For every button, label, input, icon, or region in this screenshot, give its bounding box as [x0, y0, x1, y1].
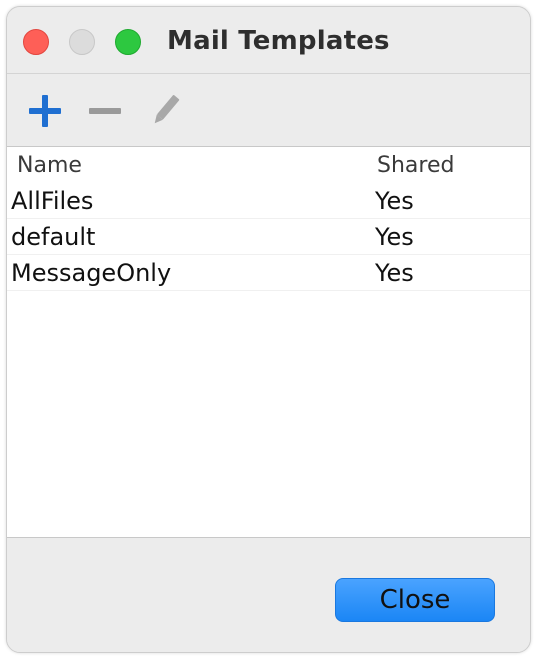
- minus-icon: [89, 108, 121, 114]
- minimize-window-button: [69, 29, 95, 55]
- row-shared: Yes: [375, 187, 414, 215]
- row-name: default: [11, 223, 96, 251]
- dialog-footer: Close: [7, 538, 530, 652]
- row-name: AllFiles: [11, 187, 94, 215]
- title-bar[interactable]: Mail Templates: [7, 7, 530, 73]
- row-shared: Yes: [375, 223, 414, 251]
- table-row[interactable]: AllFiles Yes: [7, 183, 530, 219]
- column-header-name[interactable]: Name: [17, 153, 82, 178]
- remove-template-button[interactable]: [83, 89, 127, 133]
- column-header-shared[interactable]: Shared: [377, 153, 454, 178]
- table-row[interactable]: default Yes: [7, 219, 530, 255]
- plus-icon: [29, 95, 61, 127]
- add-template-button[interactable]: [23, 89, 67, 133]
- table-row[interactable]: MessageOnly Yes: [7, 255, 530, 291]
- mail-templates-window: Mail Templates Name Shared AllFiles Yes …: [6, 6, 531, 653]
- row-name: MessageOnly: [11, 259, 172, 287]
- window-title: Mail Templates: [167, 26, 390, 56]
- pencil-icon: [154, 95, 180, 124]
- table-header: Name Shared: [7, 147, 530, 181]
- zoom-window-button[interactable]: [115, 29, 141, 55]
- templates-table[interactable]: Name Shared AllFiles Yes default Yes Mes…: [7, 146, 530, 538]
- edit-template-button[interactable]: [143, 89, 187, 133]
- toolbar: [7, 74, 530, 146]
- close-button[interactable]: Close: [335, 578, 495, 622]
- row-shared: Yes: [375, 259, 414, 287]
- close-window-button[interactable]: [23, 29, 49, 55]
